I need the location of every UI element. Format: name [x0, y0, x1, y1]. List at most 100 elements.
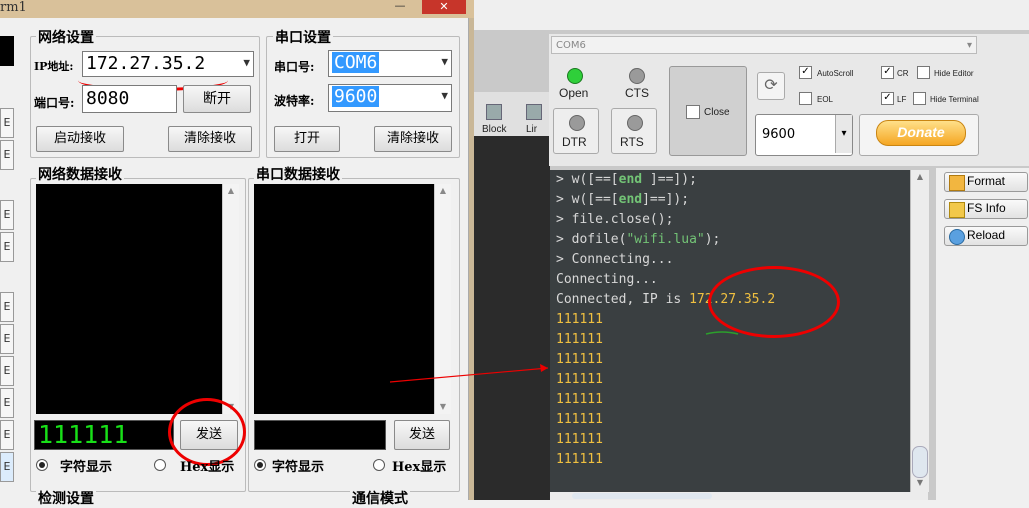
- scroll-up-icon[interactable]: ▲: [223, 184, 239, 198]
- terminal-text: > file.close();: [556, 212, 674, 227]
- side-button-4[interactable]: E: [0, 232, 14, 262]
- terminal-line: 111111: [556, 392, 603, 407]
- serial-receive-scrollbar[interactable]: ▲ ▼: [434, 184, 451, 414]
- fs-info-button[interactable]: FS Info: [944, 199, 1028, 219]
- terminal-text: end: [618, 172, 643, 187]
- cr-label: CR: [897, 69, 909, 78]
- dtr-button[interactable]: DTR: [553, 108, 599, 154]
- lf-checkbox[interactable]: ✓: [881, 92, 894, 105]
- block-label[interactable]: Block: [482, 124, 506, 135]
- network-settings-title: 网络设置: [36, 27, 96, 47]
- rts-button[interactable]: RTS: [611, 108, 657, 154]
- reload-button[interactable]: Reload: [944, 226, 1028, 246]
- network-receive-scrollbar[interactable]: ▲ ▼: [222, 184, 239, 414]
- donate-button[interactable]: Donate: [876, 120, 966, 146]
- terminal-line: 111111: [556, 372, 603, 387]
- ip-highlight-circle: [708, 266, 840, 338]
- network-clear-receive-button[interactable]: 清除接收: [168, 126, 252, 152]
- scroll-down-icon[interactable]: ▼: [911, 476, 929, 490]
- cts-label[interactable]: CTS: [625, 86, 649, 100]
- serial-receive-textarea[interactable]: [254, 184, 434, 414]
- close-button[interactable]: ✕: [422, 0, 466, 14]
- terminal-line: > Connecting...: [556, 252, 673, 267]
- terminal-line: 111111: [556, 412, 603, 427]
- network-hex-radio[interactable]: [154, 459, 166, 471]
- chevron-down-icon: ▾: [835, 115, 852, 153]
- baud-rate-combo[interactable]: 9600 ▼: [328, 84, 452, 112]
- terminal-text: 111111: [556, 332, 603, 347]
- form-title: rm1: [0, 0, 27, 15]
- serial-clear-receive-button[interactable]: 清除接收: [374, 126, 452, 152]
- editor-pane[interactable]: [474, 92, 550, 500]
- autoscroll-checkbox[interactable]: ✓: [799, 66, 812, 79]
- side-button-5[interactable]: E: [0, 292, 14, 322]
- side-button-2[interactable]: E: [0, 140, 14, 170]
- terminal-text: Connected, IP is: [556, 292, 690, 307]
- start-receive-button[interactable]: 启动接收: [36, 126, 124, 152]
- scroll-up-icon[interactable]: ▲: [911, 170, 929, 184]
- chevron-down-icon: ▼: [441, 89, 448, 102]
- rts-led-icon: [627, 115, 643, 131]
- side-button-10[interactable]: E: [0, 452, 14, 482]
- cr-checkbox[interactable]: ✓: [881, 66, 894, 79]
- terminal-line: 111111: [556, 312, 603, 327]
- esp-baud-select[interactable]: 9600 ▾: [755, 114, 853, 156]
- terminal-hscrollbar[interactable]: [550, 492, 928, 500]
- detect-settings-title: 检测设置: [36, 488, 96, 508]
- network-char-radio[interactable]: [36, 459, 48, 471]
- close-port-button[interactable]: Close: [669, 66, 747, 156]
- terminal-scroll-thumb[interactable]: [912, 446, 928, 478]
- line-label[interactable]: Lir: [526, 124, 537, 135]
- open-serial-button[interactable]: 打开: [274, 126, 340, 152]
- chevron-down-icon: ▼: [243, 56, 250, 69]
- terminal-text: 111111: [556, 452, 603, 467]
- serial-char-label: 字符显示: [272, 460, 325, 475]
- serial-port-label: 串口号:: [274, 60, 315, 74]
- network-char-label: 字符显示: [60, 460, 113, 475]
- network-receive-textarea[interactable]: [36, 184, 222, 414]
- terminal-text: 111111: [556, 432, 603, 447]
- terminal-hscroll-thumb[interactable]: [572, 493, 712, 499]
- serial-send-button[interactable]: 发送: [394, 420, 450, 450]
- format-button[interactable]: Format: [944, 172, 1028, 192]
- serial-hex-radio[interactable]: [373, 459, 385, 471]
- terminal-output[interactable]: > w([==[end ]==]); > w([==[end]==]); > fil…: [550, 170, 910, 492]
- reload-label: Reload: [967, 228, 1006, 242]
- terminal-text: > Connecting...: [556, 252, 674, 267]
- side-button-3[interactable]: E: [0, 200, 14, 230]
- scroll-down-icon[interactable]: ▼: [435, 400, 451, 414]
- plug-icon: [686, 105, 700, 119]
- eol-checkbox[interactable]: [799, 92, 812, 105]
- terminal-text: 111111: [556, 392, 603, 407]
- terminal-text: ]==]);: [642, 192, 690, 207]
- fs-info-label: FS Info: [967, 201, 1006, 215]
- side-button-8[interactable]: E: [0, 388, 14, 418]
- side-button-6[interactable]: E: [0, 324, 14, 354]
- serial-port-combo[interactable]: COM6 ▼: [328, 50, 452, 77]
- serial-send-input[interactable]: [254, 420, 386, 450]
- esp-baud-value: 9600: [762, 127, 796, 142]
- editor-toolbar: Block Lir: [474, 92, 550, 136]
- serial-char-radio[interactable]: [254, 459, 266, 471]
- side-button-9[interactable]: E: [0, 420, 14, 450]
- info-icon: [949, 202, 965, 218]
- dtr-led-icon: [569, 115, 585, 131]
- side-button-7[interactable]: E: [0, 356, 14, 386]
- disconnect-button[interactable]: 断开: [183, 85, 251, 113]
- port-input[interactable]: 8080: [82, 85, 177, 113]
- open-label[interactable]: Open: [559, 86, 588, 100]
- terminal-line: 111111: [556, 452, 603, 467]
- side-button-1[interactable]: E: [0, 108, 14, 138]
- serial-hex-label: Hex显示: [392, 460, 447, 475]
- hide-terminal-checkbox[interactable]: [913, 92, 926, 105]
- hide-editor-checkbox[interactable]: [917, 66, 930, 79]
- terminal-text: 111111: [556, 312, 603, 327]
- network-send-input[interactable]: 111111: [34, 420, 174, 450]
- scroll-up-icon[interactable]: ▲: [435, 184, 451, 198]
- minimize-button[interactable]: —: [378, 0, 422, 14]
- eol-label: EOL: [817, 95, 834, 104]
- terminal-line: > dofile("wifi.lua");: [556, 232, 720, 247]
- refresh-icon[interactable]: ⟳: [757, 72, 785, 100]
- esp-port-select[interactable]: COM6 ▾: [551, 36, 977, 54]
- terminal-scrollbar[interactable]: ▲ ▼: [910, 170, 929, 492]
